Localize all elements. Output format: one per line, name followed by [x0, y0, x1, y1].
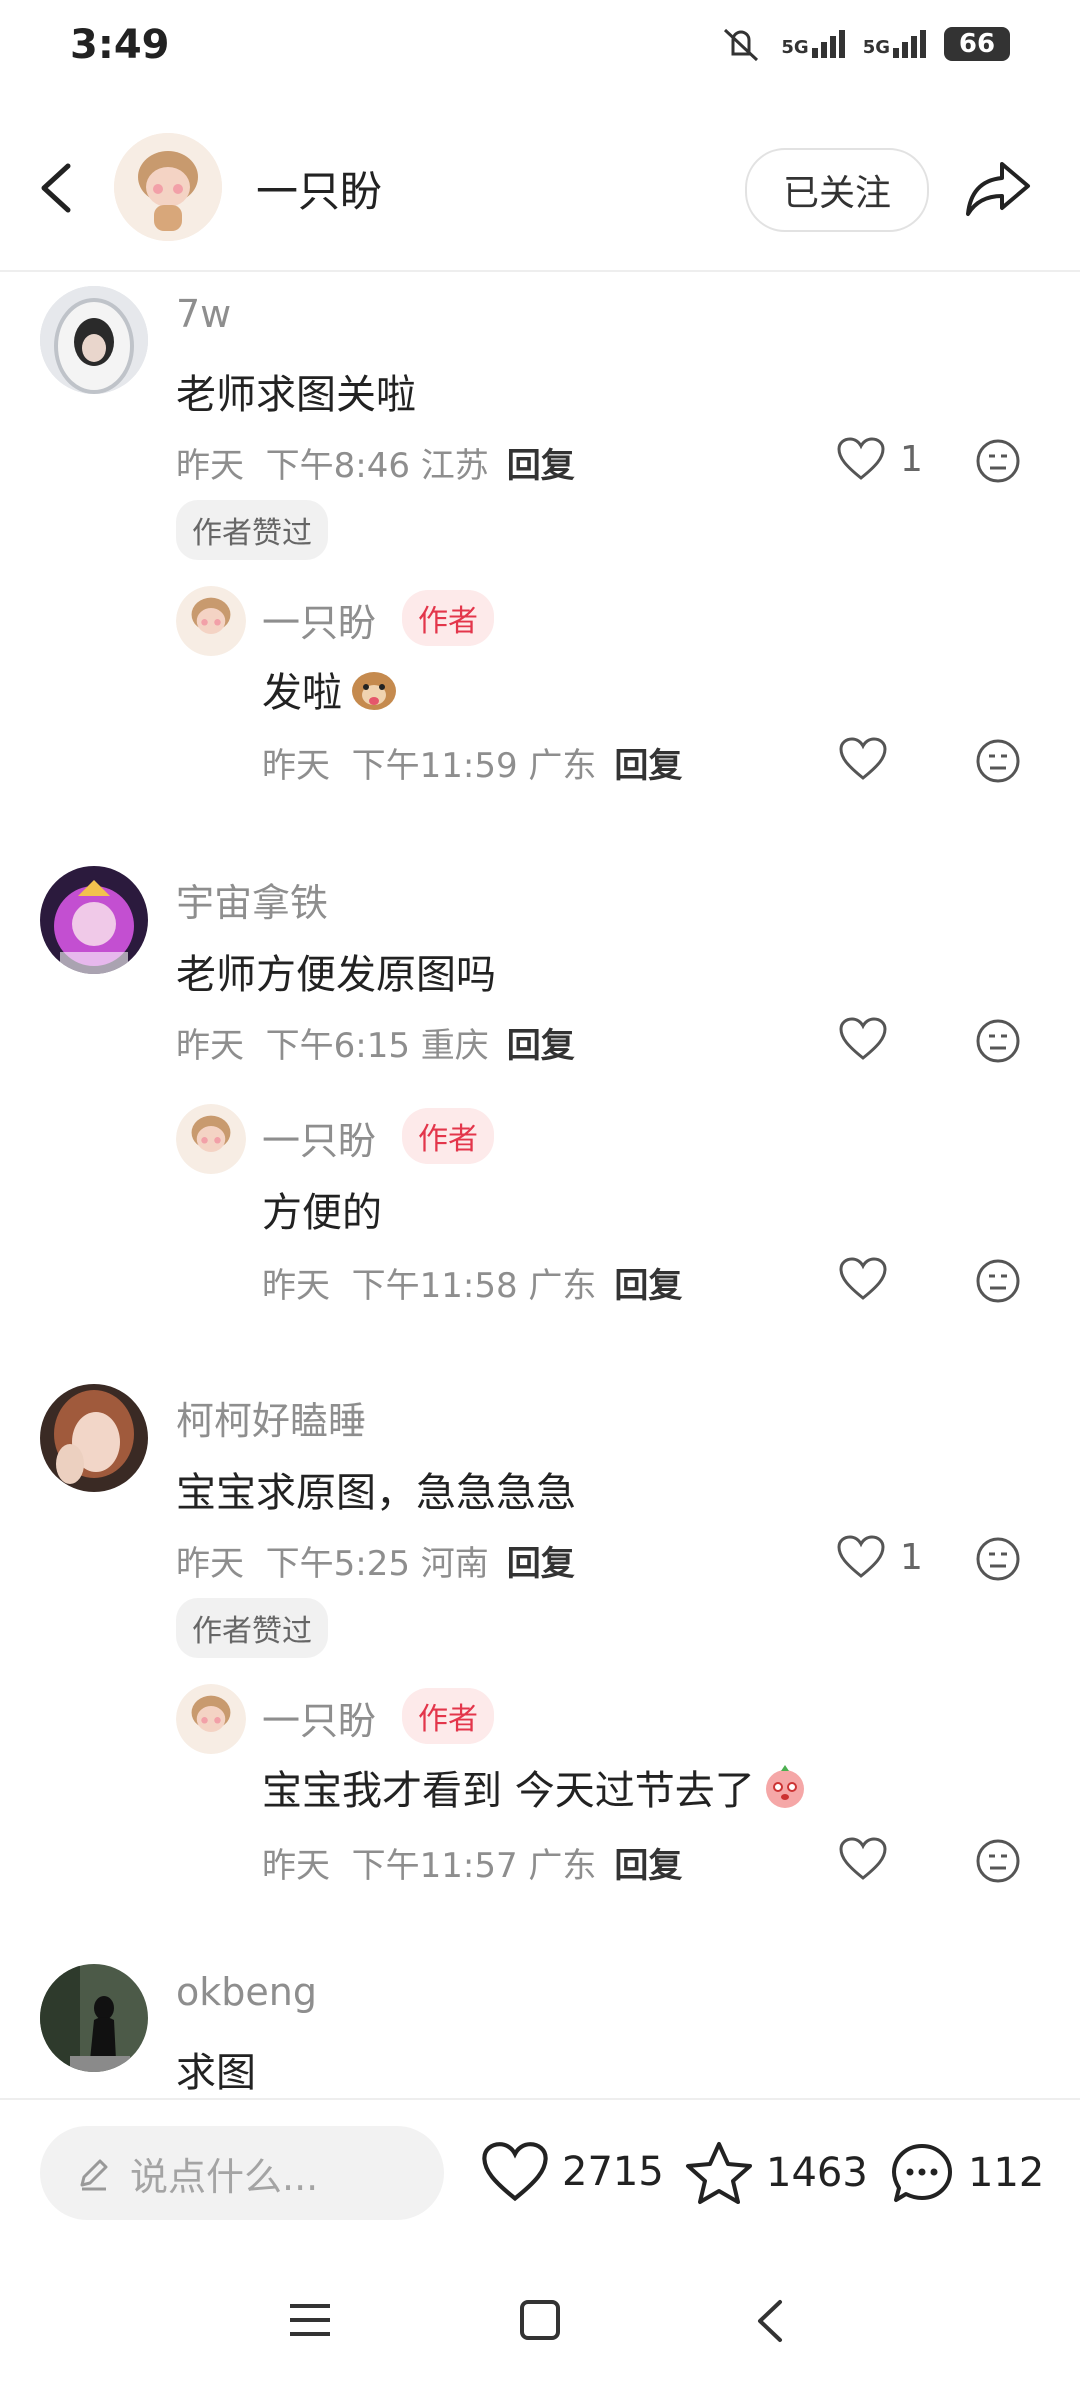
author-tag: 作者 [402, 1688, 494, 1744]
heart-icon [837, 1535, 885, 1578]
reply-text-row: 发啦 [262, 660, 400, 718]
back-icon[interactable] [34, 158, 82, 218]
reply-author-name[interactable]: 一只盼 [262, 592, 376, 647]
dog-emoji-icon [352, 672, 396, 710]
comment-input-placeholder: 说点什么... [130, 2154, 319, 2199]
signal-icon: 5G [781, 30, 845, 58]
heart-icon[interactable] [838, 1836, 888, 1882]
favorite-count: 1463 [766, 2150, 868, 2196]
pencil-icon [80, 2159, 108, 2191]
comment-text: 老师求图关啦 [176, 372, 416, 418]
commenter-name[interactable]: 宇宙拿铁 [176, 872, 328, 927]
author-reply-avatar[interactable] [176, 586, 246, 656]
reply-text: 宝宝我才看到 今天过节去了 [262, 1768, 755, 1814]
reply-text: 方便的 [262, 1190, 382, 1236]
reply-button[interactable]: 回复 [507, 1026, 575, 1066]
comment-meta: 昨天 下午5:25 河南 回复 [176, 1544, 575, 1584]
menu-icon[interactable] [288, 2300, 332, 2340]
status-icons: 5G 5G 66 [719, 24, 1010, 64]
favorite-stat[interactable]: 1463 [684, 2140, 868, 2206]
comment-count: 112 [968, 2150, 1045, 2196]
like-count: 2715 [562, 2149, 664, 2195]
comment-text: 老师方便发原图吗 [176, 952, 496, 998]
comment-meta: 昨天 下午6:15 重庆 回复 [176, 1026, 575, 1066]
comment-text: 求图 [176, 2050, 256, 2096]
crying-emoji-icon [765, 1765, 804, 1808]
like-button[interactable]: 1 [836, 436, 923, 482]
comment-text: 宝宝求原图，急急急急 [176, 1470, 576, 1516]
like-count: 1 [900, 1536, 923, 1578]
comment-icon [892, 2144, 952, 2202]
reply-meta: 昨天 下午11:57 广东 回复 [262, 1846, 683, 1886]
battery-icon: 66 [944, 27, 1010, 61]
author-name[interactable]: 一只盼 [256, 158, 382, 219]
dislike-face-icon[interactable] [975, 738, 1021, 784]
dislike-face-icon[interactable] [975, 1258, 1021, 1304]
author-tag: 作者 [402, 1108, 494, 1164]
commenter-avatar[interactable] [40, 1964, 148, 2072]
like-stat[interactable]: 2715 [480, 2140, 664, 2204]
heart-icon [837, 437, 885, 480]
author-reply-avatar[interactable] [176, 1684, 246, 1754]
author-liked-badge: 作者赞过 [176, 1598, 328, 1658]
reply-meta: 昨天 下午11:58 广东 回复 [262, 1266, 683, 1306]
reply-button[interactable]: 回复 [614, 1266, 682, 1306]
mute-icon [724, 28, 759, 62]
comment-meta: 昨天 下午8:46 江苏 回复 [176, 446, 575, 486]
star-icon [686, 2142, 752, 2204]
reply-text-row: 宝宝我才看到 今天过节去了 [262, 1758, 809, 1816]
back-nav-icon[interactable] [752, 2298, 788, 2344]
commenter-avatar[interactable] [40, 866, 148, 974]
dislike-face-icon[interactable] [975, 1838, 1021, 1884]
dislike-face-icon[interactable] [975, 1536, 1021, 1582]
commenter-avatar[interactable] [40, 1384, 148, 1492]
heart-icon[interactable] [838, 1256, 888, 1302]
dislike-face-icon[interactable] [975, 1018, 1021, 1064]
comment-input[interactable]: 说点什么... [40, 2126, 444, 2220]
author-tag: 作者 [402, 590, 494, 646]
reply-text: 发啦 [262, 670, 342, 716]
commenter-avatar[interactable] [40, 286, 148, 394]
follow-button[interactable]: 已关注 [745, 148, 929, 232]
reply-author-name[interactable]: 一只盼 [262, 1110, 376, 1165]
share-icon[interactable] [962, 152, 1034, 224]
reply-author-name[interactable]: 一只盼 [262, 1690, 376, 1745]
author-avatar[interactable] [114, 133, 222, 241]
reply-button[interactable]: 回复 [614, 746, 682, 786]
author-reply-avatar[interactable] [176, 1104, 246, 1174]
commenter-name[interactable]: 柯柯好瞌睡 [176, 1390, 366, 1445]
reply-button[interactable]: 回复 [507, 446, 575, 486]
reply-button[interactable]: 回复 [507, 1544, 575, 1584]
comment-stat[interactable]: 112 [888, 2140, 1044, 2206]
reply-button[interactable]: 回复 [614, 1846, 682, 1886]
dislike-face-icon[interactable] [975, 438, 1021, 484]
status-time: 3:49 [70, 22, 170, 68]
like-button[interactable]: 1 [836, 1534, 923, 1580]
heart-icon[interactable] [838, 1016, 888, 1062]
heart-icon[interactable] [838, 736, 888, 782]
home-icon[interactable] [518, 2298, 562, 2342]
heart-icon [482, 2142, 548, 2202]
reply-meta: 昨天 下午11:59 广东 回复 [262, 746, 683, 786]
like-count: 1 [900, 438, 923, 480]
commenter-name[interactable]: okbeng [176, 1970, 317, 2014]
signal-icon: 5G [863, 30, 926, 58]
author-liked-badge: 作者赞过 [176, 500, 328, 560]
commenter-name[interactable]: 7w [176, 292, 231, 336]
